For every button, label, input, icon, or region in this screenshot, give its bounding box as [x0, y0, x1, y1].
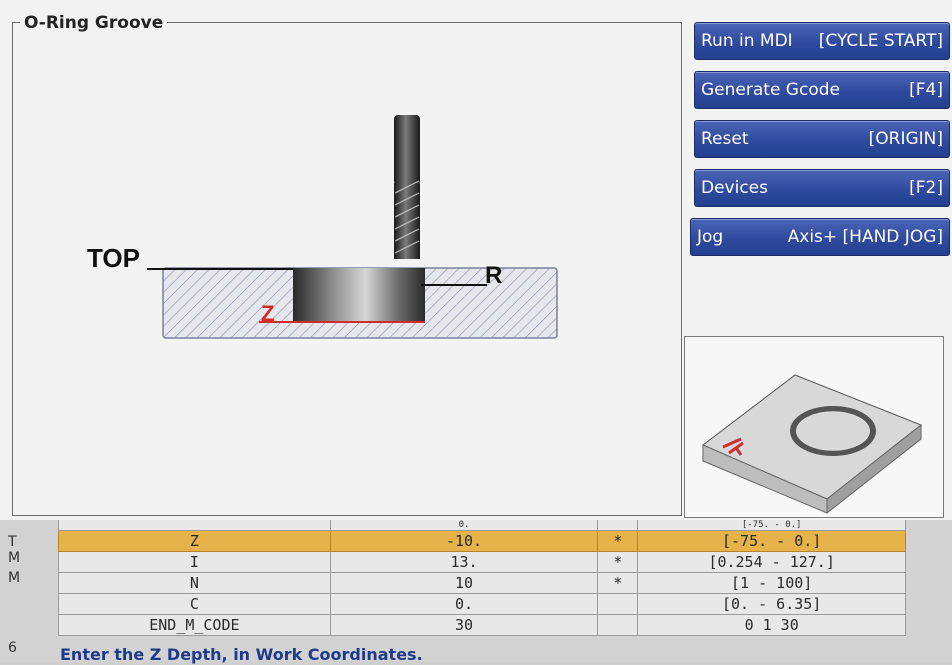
param-flag: [597, 520, 639, 531]
param-name: N: [58, 572, 331, 594]
devices-label: Devices: [701, 178, 768, 198]
row-labels: T M M 6: [0, 520, 58, 662]
param-value: 0.: [329, 520, 599, 531]
groove-diagram: Z TOP R: [87, 115, 558, 339]
param-value: 13.: [329, 551, 599, 573]
param-flag: [597, 593, 639, 615]
run-in-mdi-key: [CYCLE START]: [818, 31, 943, 51]
param-flag: *: [597, 530, 639, 552]
generate-gcode-key: [F4]: [909, 80, 943, 100]
generate-gcode-label: Generate Gcode: [701, 80, 840, 100]
jog-label: Jog: [697, 227, 724, 247]
reset-label: Reset: [701, 129, 749, 149]
param-range: 0 1 30: [637, 614, 906, 636]
param-name: Z: [58, 530, 331, 552]
param-name: C: [58, 593, 331, 615]
generate-gcode-button[interactable]: Generate Gcode [F4]: [694, 71, 950, 109]
param-name: I: [58, 551, 331, 573]
row-label: 6: [8, 640, 17, 656]
param-flag: [597, 614, 639, 636]
table-row-selected[interactable]: Z -10. * [-75. - 0.]: [58, 530, 906, 552]
param-value: 10: [329, 572, 599, 594]
param-flag: *: [597, 572, 639, 594]
param-value: -10.: [329, 530, 599, 552]
part-preview-icon: [702, 374, 922, 515]
param-range: [-75. - 0.]: [637, 530, 906, 552]
z-label: Z: [261, 301, 274, 326]
param-name: END_M_CODE: [58, 614, 331, 636]
param-value: 0.: [329, 593, 599, 615]
devices-button[interactable]: Devices [F2]: [694, 169, 950, 207]
jog-key: Axis+ [HAND JOG]: [787, 227, 943, 247]
row-label: M: [8, 550, 21, 566]
r-label: R: [485, 262, 502, 289]
oring-groove-panel: Z TOP R: [12, 22, 682, 516]
row-label: T: [8, 534, 17, 550]
param-flag: *: [597, 551, 639, 573]
param-range: [0.254 - 127.]: [637, 551, 906, 573]
reset-key: [ORIGIN]: [868, 129, 943, 149]
parameter-table: 0. [-75. - 0.] Z -10. * [-75. - 0.] I 13…: [58, 520, 906, 636]
param-range: [0. - 6.35]: [637, 593, 906, 615]
table-row[interactable]: END_M_CODE 30 0 1 30: [58, 614, 906, 636]
table-row[interactable]: C 0. [0. - 6.35]: [58, 593, 906, 615]
param-name: [58, 520, 331, 531]
parameter-area: T M M 6 0. [-75. - 0.] Z -10. * [-75. - …: [0, 520, 952, 664]
tool-shank: [394, 115, 420, 185]
part-preview: [684, 336, 944, 518]
top-label: TOP: [87, 243, 140, 273]
panel-title: O-Ring Groove: [20, 13, 168, 33]
jog-button[interactable]: Jog Axis+ [HAND JOG]: [690, 218, 950, 256]
top-area: Z TOP R O-Ring Groove Run in MDI [CYCLE …: [0, 0, 952, 520]
run-in-mdi-button[interactable]: Run in MDI [CYCLE START]: [694, 22, 950, 60]
param-range: [1 - 100]: [637, 572, 906, 594]
run-in-mdi-label: Run in MDI: [701, 31, 793, 51]
prompt-text: Enter the Z Depth, in Work Coordinates.: [60, 645, 423, 664]
param-value: 30: [329, 614, 599, 636]
table-row[interactable]: 0. [-75. - 0.]: [58, 520, 906, 531]
table-row[interactable]: I 13. * [0.254 - 127.]: [58, 551, 906, 573]
table-row[interactable]: N 10 * [1 - 100]: [58, 572, 906, 594]
groove-cut: [293, 268, 425, 322]
param-range: [-75. - 0.]: [637, 520, 906, 531]
devices-key: [F2]: [909, 178, 943, 198]
reset-button[interactable]: Reset [ORIGIN]: [694, 120, 950, 158]
row-label: M: [8, 570, 21, 586]
